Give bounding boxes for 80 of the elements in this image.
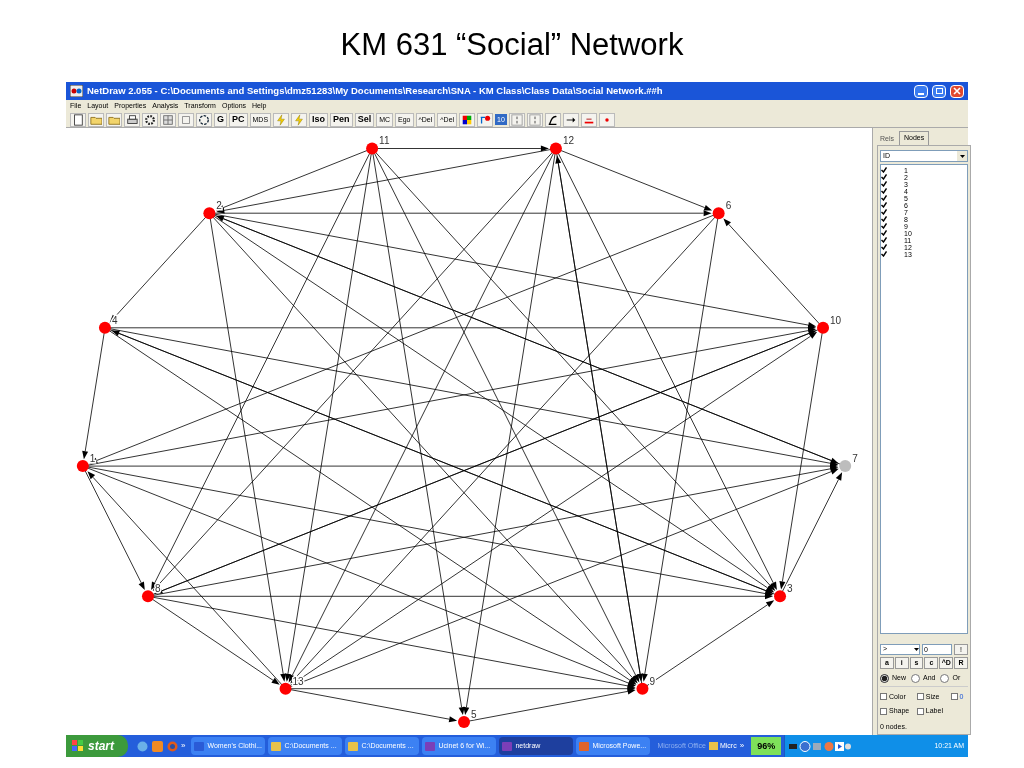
node-label: 12 [562, 135, 574, 147]
node-shape-icon[interactable] [479, 113, 492, 126]
square-icon[interactable] [180, 113, 192, 126]
slide-title: KM 631 “Social” Network [340, 25, 684, 64]
print-icon[interactable] [126, 113, 138, 126]
network-node[interactable] [774, 590, 787, 603]
network-node[interactable] [712, 207, 725, 220]
new-file-icon[interactable] [72, 113, 84, 126]
radio-button[interactable] [940, 673, 950, 683]
start-button[interactable]: start [66, 735, 128, 757]
folder-icon [708, 742, 718, 750]
folder-icon [348, 741, 359, 751]
checkmark-icon[interactable] [881, 202, 888, 209]
network-node[interactable] [141, 590, 154, 603]
gear-icon[interactable] [144, 113, 156, 126]
grid-icon[interactable] [162, 113, 174, 126]
network-node[interactable] [279, 682, 292, 695]
checkmark-icon[interactable] [881, 230, 888, 237]
node-label: 9 [649, 675, 655, 687]
checkbox[interactable] [950, 693, 958, 701]
app-icon [425, 741, 436, 751]
checkbox[interactable] [880, 707, 887, 715]
folder-icon [271, 741, 282, 751]
node-label: 3 [787, 583, 793, 595]
color-squares-icon[interactable] [461, 113, 474, 126]
network-node[interactable] [76, 460, 89, 473]
circle-layout-icon[interactable] [198, 113, 210, 126]
node-label: 10 [830, 314, 842, 326]
checkmark-icon[interactable] [881, 237, 888, 244]
checkbox[interactable] [916, 693, 924, 701]
windows-flag-icon [72, 740, 84, 752]
toolbar-button[interactable]: G [214, 112, 227, 127]
close-button[interactable] [950, 84, 964, 98]
more-button[interactable]: » [181, 740, 186, 752]
caret-icon [914, 647, 919, 651]
checkmark-icon[interactable] [881, 195, 888, 202]
toolbar-button[interactable]: PC [229, 112, 248, 127]
node-label: 8 [154, 583, 161, 595]
app-icon [194, 741, 205, 751]
window-title: NetDraw 2.055 - C:\Documents and Settings\dmz51283\My Documents\Research\SNA - KM Class\Class Data\Social Network.##h [87, 83, 664, 98]
network-node[interactable] [549, 142, 562, 155]
caret-icon [959, 154, 965, 158]
node-label: 6 [725, 200, 732, 212]
checkbox[interactable] [880, 693, 887, 701]
checkmark-icon[interactable] [881, 188, 888, 195]
node-label: 1 [89, 453, 96, 465]
app-icon [502, 741, 513, 751]
radio-button[interactable] [911, 673, 920, 683]
toolbar-button[interactable]: Iso [309, 112, 329, 127]
checkmark-icon[interactable] [881, 251, 888, 258]
checkmark-icon[interactable] [881, 216, 888, 223]
tray-icons-drawing[interactable] [789, 740, 852, 752]
checkbox[interactable] [916, 707, 924, 715]
network-node[interactable] [458, 716, 470, 728]
node-label: 7 [852, 453, 858, 465]
network-node[interactable] [839, 460, 852, 473]
checkmark-icon[interactable] [881, 174, 888, 181]
node-label: 13 [292, 675, 304, 687]
network-node[interactable] [366, 142, 379, 155]
more-button[interactable]: » [739, 740, 745, 752]
network-node[interactable] [636, 682, 649, 695]
toolbar-button[interactable]: Sel [354, 112, 375, 127]
radio-button[interactable] [880, 673, 889, 683]
network-node[interactable] [817, 321, 830, 334]
toolbar-button[interactable]: Pen [330, 112, 353, 127]
battery-indicator: 96% [751, 737, 782, 755]
node-label: 5 [471, 709, 477, 720]
app-icon [579, 741, 590, 751]
curve-icon[interactable] [546, 113, 559, 126]
checkmark-icon[interactable] [881, 209, 888, 216]
restore-button[interactable] [932, 84, 946, 98]
app-icon [70, 85, 83, 97]
network-node[interactable] [98, 321, 111, 334]
checkmark-icon[interactable] [881, 244, 888, 251]
checkmark-icon[interactable] [881, 167, 888, 174]
network-node[interactable] [203, 207, 216, 220]
node-label: 11 [379, 135, 390, 147]
minimize-button[interactable] [914, 84, 928, 98]
checkmark-icon[interactable] [881, 181, 888, 188]
checkmark-icon[interactable] [881, 223, 888, 230]
